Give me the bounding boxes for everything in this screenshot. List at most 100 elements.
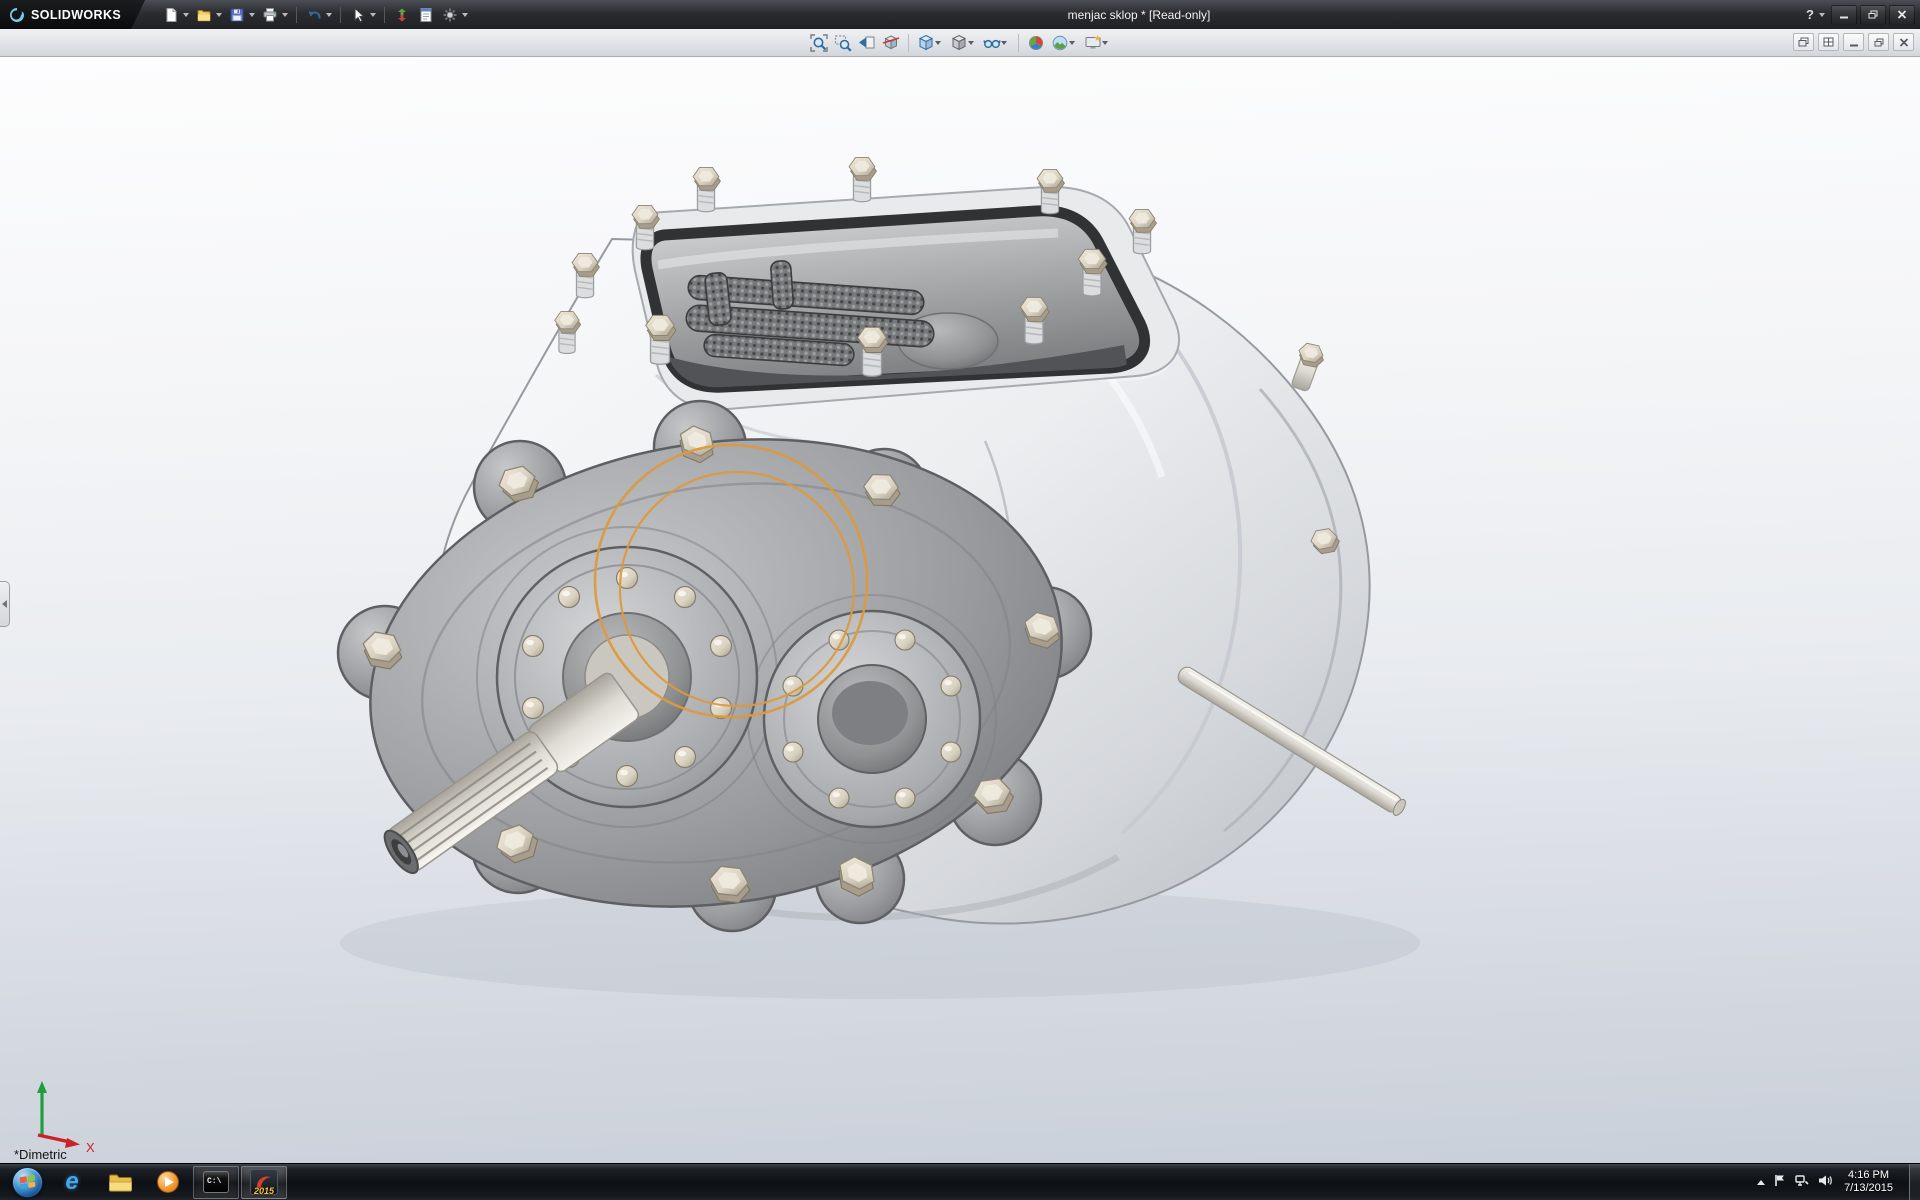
display-style-button[interactable] <box>947 31 980 55</box>
undo-icon <box>306 7 322 23</box>
view-orientation-cube-icon <box>917 34 935 52</box>
toolbar-separator <box>908 34 909 52</box>
action-center-button[interactable] <box>1774 1174 1786 1190</box>
action-center-flag-icon <box>1774 1174 1786 1187</box>
graphics-canvas[interactable]: X <box>0 57 1920 1163</box>
section-view-button[interactable] <box>879 31 903 55</box>
dropdown-caret[interactable] <box>326 13 332 17</box>
select-cursor-icon <box>350 7 366 23</box>
toolbar-separator <box>296 7 297 23</box>
hide-show-items-button[interactable] <box>980 31 1013 55</box>
options-gear-icon <box>442 7 458 23</box>
dropdown-caret[interactable] <box>370 13 376 17</box>
solidworks-logo: SOLIDWORKS <box>0 0 145 29</box>
clock-date: 7/13/2015 <box>1844 1182 1893 1195</box>
chevron-left-icon <box>2 600 7 608</box>
file-properties-button[interactable] <box>414 3 438 27</box>
volume-button[interactable] <box>1818 1174 1833 1190</box>
dropdown-caret[interactable] <box>1069 41 1075 45</box>
top-cover-opening[interactable] <box>633 187 1179 410</box>
window-title: menjac sklop * [Read-only] <box>1068 8 1211 22</box>
new-document-icon <box>163 7 179 23</box>
help-button[interactable]: ? <box>1804 7 1816 22</box>
up-caret-icon <box>1757 1180 1765 1185</box>
close-document-button[interactable] <box>1893 33 1914 51</box>
open-button[interactable] <box>192 3 216 27</box>
restore-document-button[interactable] <box>1868 33 1889 51</box>
tile-windows-button[interactable] <box>1818 33 1839 51</box>
dropdown-caret[interactable] <box>249 13 255 17</box>
dropdown-caret[interactable] <box>935 41 941 45</box>
open-icon <box>196 7 212 23</box>
show-desktop-button[interactable] <box>1909 1164 1920 1200</box>
dropdown-caret[interactable] <box>968 41 974 45</box>
cascade-windows-button[interactable] <box>1793 33 1814 51</box>
close-button[interactable] <box>1889 5 1915 25</box>
start-button[interactable] <box>6 1164 48 1200</box>
rebuild-button[interactable] <box>390 3 414 27</box>
dropdown-caret[interactable] <box>1102 41 1108 45</box>
ds-logo-icon <box>9 7 25 23</box>
network-icon <box>1795 1174 1809 1187</box>
toolbar-separator <box>384 7 385 23</box>
save-button[interactable] <box>225 3 249 27</box>
minimize-document-icon <box>1849 38 1859 47</box>
volume-icon <box>1818 1174 1833 1187</box>
edit-appearance-button[interactable] <box>1024 31 1048 55</box>
taskbar-media-player[interactable] <box>145 1166 191 1199</box>
zoom-to-fit-button[interactable] <box>807 31 831 55</box>
clock-time: 4:16 PM <box>1844 1169 1893 1182</box>
dropdown-caret[interactable] <box>1001 41 1007 45</box>
document-window-controls <box>1793 33 1914 51</box>
taskbar-windows-explorer[interactable] <box>97 1166 143 1199</box>
featuremanager-collapsed-tab[interactable] <box>0 581 10 627</box>
command-prompt-icon: C:\ <box>203 1171 229 1193</box>
print-icon <box>262 7 278 23</box>
taskbar-clock[interactable]: 4:16 PM 7/13/2015 <box>1842 1169 1903 1195</box>
options-button[interactable] <box>438 3 462 27</box>
select-button[interactable] <box>346 3 370 27</box>
dropdown-caret[interactable] <box>216 13 222 17</box>
folder-icon <box>108 1173 133 1192</box>
view-settings-icon <box>1084 34 1102 52</box>
new-document-button[interactable] <box>159 3 183 27</box>
minimize-button[interactable] <box>1831 5 1857 25</box>
zoom-to-area-button[interactable] <box>831 31 855 55</box>
solidworks-app-icon: 2015 <box>250 1169 278 1195</box>
breather-plug[interactable] <box>1291 342 1326 392</box>
cascade-windows-icon <box>1798 37 1809 47</box>
apply-scene-icon <box>1051 34 1069 52</box>
section-view-icon <box>882 34 900 52</box>
internet-explorer-icon: e <box>65 1170 78 1194</box>
view-orientation-button[interactable] <box>914 31 947 55</box>
main-toolbar <box>159 3 471 27</box>
minimize-document-button[interactable] <box>1843 33 1864 51</box>
tile-windows-icon <box>1823 37 1834 47</box>
view-orientation-label: *Dimetric <box>14 1147 67 1162</box>
show-hidden-icons-button[interactable] <box>1757 1180 1765 1185</box>
taskbar-solidworks[interactable]: 2015 <box>241 1166 287 1199</box>
maximize-button[interactable] <box>1860 5 1886 25</box>
close-icon <box>1897 10 1907 19</box>
graphics-area[interactable]: X *Dimetric <box>0 57 1920 1163</box>
zoom-to-fit-icon <box>810 34 828 52</box>
apply-scene-button[interactable] <box>1048 31 1081 55</box>
reference-triad[interactable]: X <box>37 1081 95 1155</box>
bearing-cover-flange[interactable] <box>764 611 980 827</box>
triad-x-label: X <box>86 1140 95 1155</box>
view-settings-button[interactable] <box>1081 31 1114 55</box>
dropdown-caret[interactable] <box>183 13 189 17</box>
taskbar-command-prompt[interactable]: C:\ <box>193 1166 239 1199</box>
help-dropdown-caret[interactable] <box>1819 13 1825 17</box>
dropdown-caret[interactable] <box>462 13 468 17</box>
restore-icon <box>1868 10 1878 19</box>
network-button[interactable] <box>1795 1174 1809 1190</box>
window-controls: ? <box>1804 0 1915 29</box>
toolbar-separator <box>1018 34 1019 52</box>
taskbar: e C:\ 2015 <box>0 1163 1920 1200</box>
dropdown-caret[interactable] <box>282 13 288 17</box>
print-button[interactable] <box>258 3 282 27</box>
taskbar-internet-explorer[interactable]: e <box>49 1166 95 1199</box>
undo-button[interactable] <box>302 3 326 27</box>
previous-view-button[interactable] <box>855 31 879 55</box>
